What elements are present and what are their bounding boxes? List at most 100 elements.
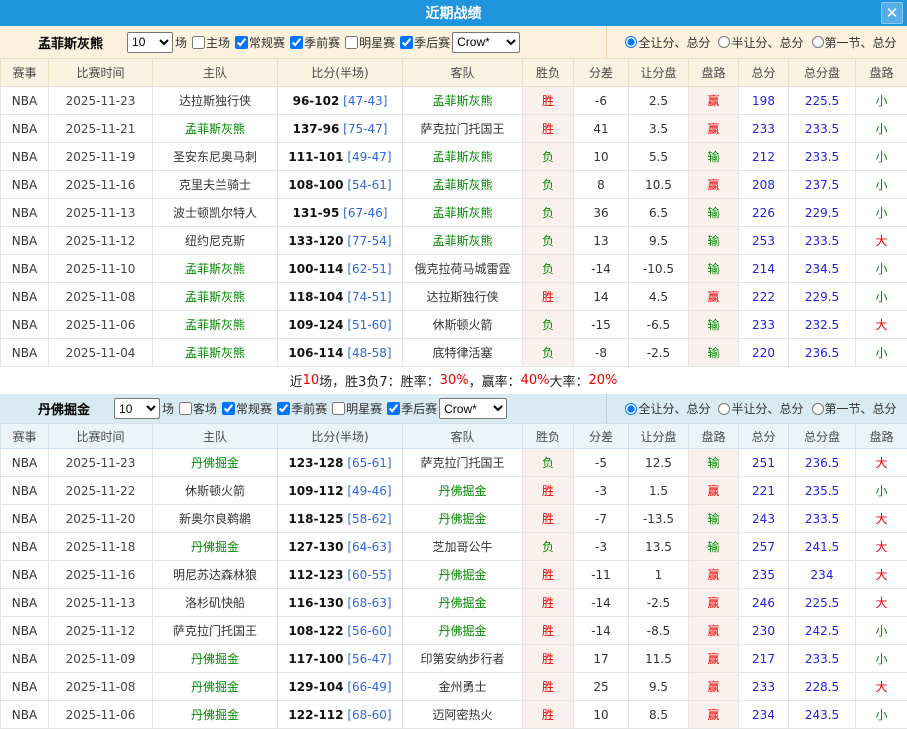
cell-handicap-line: -2.5 xyxy=(629,339,689,367)
odds-type-radio-第一节、总分[interactable]: 第一节、总分 xyxy=(804,400,897,417)
filter-bar: 孟菲斯灰熊 10 场 主场常规赛季前赛明星赛季后赛 Crow* 全让分、总分半让… xyxy=(0,26,907,58)
results-table: 赛事比赛时间主队比分(半场)客队胜负分差让分盘盘路总分总分盘盘路NBA2025-… xyxy=(0,423,907,729)
column-header: 赛事 xyxy=(1,59,49,87)
filter-checkbox-常规赛[interactable]: 常规赛 xyxy=(230,34,285,51)
cell-away-team: 迈阿密热火 xyxy=(403,701,523,729)
filter-checkbox-季前赛[interactable]: 季前赛 xyxy=(272,400,327,417)
checkbox-input[interactable] xyxy=(235,36,248,49)
cell-handicap-result: 赢 xyxy=(689,115,739,143)
cell-away-team: 萨克拉门托国王 xyxy=(403,115,523,143)
cell-league: NBA xyxy=(1,87,49,115)
checkbox-input[interactable] xyxy=(192,36,205,49)
checkbox-input[interactable] xyxy=(387,402,400,415)
cell-home-team: 新奥尔良鹈鹕 xyxy=(153,505,278,533)
full-score: 118-125 xyxy=(288,512,343,526)
odds-type-radio-全让分、总分[interactable]: 全让分、总分 xyxy=(617,34,710,51)
full-score: 111-101 xyxy=(288,150,343,164)
odds-company-select[interactable]: Crow* xyxy=(452,32,520,53)
cell-total-line: 234 xyxy=(789,561,856,589)
cell-over-under: 大 xyxy=(856,533,907,561)
cell-away-team: 丹佛掘金 xyxy=(403,561,523,589)
checkbox-label: 季前赛 xyxy=(304,34,340,51)
cell-handicap-line: 11.5 xyxy=(629,645,689,673)
filter-checkbox-季后赛[interactable]: 季后赛 xyxy=(382,400,437,417)
column-header: 总分 xyxy=(739,59,789,87)
games-count-select[interactable]: 10 xyxy=(127,32,173,53)
cell-handicap-result: 输 xyxy=(689,255,739,283)
checkbox-input[interactable] xyxy=(400,36,413,49)
cell-home-team: 克里夫兰骑士 xyxy=(153,171,278,199)
half-score: [75-47] xyxy=(343,122,387,136)
radio-input[interactable] xyxy=(718,403,730,415)
cell-date: 2025-11-08 xyxy=(49,673,153,701)
radio-input[interactable] xyxy=(625,403,637,415)
filter-checkbox-主场[interactable]: 主场 xyxy=(187,34,230,51)
half-score: [66-49] xyxy=(347,680,391,694)
odds-type-radio-半让分、总分[interactable]: 半让分、总分 xyxy=(710,400,803,417)
cell-away-team: 孟菲斯灰熊 xyxy=(403,199,523,227)
cell-score: 112-123 [60-55] xyxy=(278,561,403,589)
cell-total-line: 229.5 xyxy=(789,199,856,227)
cell-score: 111-101 [49-47] xyxy=(278,143,403,171)
filter-checkbox-季前赛[interactable]: 季前赛 xyxy=(285,34,340,51)
radio-input[interactable] xyxy=(812,36,824,48)
cell-win-loss: 胜 xyxy=(523,283,574,311)
odds-type-radio-全让分、总分[interactable]: 全让分、总分 xyxy=(617,400,710,417)
cell-total-points: 234 xyxy=(739,701,789,729)
checkbox-input[interactable] xyxy=(332,402,345,415)
cell-total-points: 212 xyxy=(739,143,789,171)
odds-type-radio-group: 全让分、总分 半让分、总分第一节、总分 xyxy=(607,394,907,423)
odds-type-radio-半让分、总分[interactable]: 半让分、总分 xyxy=(710,34,803,51)
cell-win-loss: 胜 xyxy=(523,701,574,729)
cell-win-loss: 负 xyxy=(523,533,574,561)
cell-league: NBA xyxy=(1,171,49,199)
cell-point-diff: -3 xyxy=(574,533,629,561)
radio-label: 半让分、总分 xyxy=(731,400,803,417)
cell-score: 127-130 [64-63] xyxy=(278,533,403,561)
half-score: [49-47] xyxy=(347,150,391,164)
odds-type-radio-第一节、总分[interactable]: 第一节、总分 xyxy=(804,34,897,51)
radio-input[interactable] xyxy=(718,36,730,48)
filter-checkbox-明星赛[interactable]: 明星赛 xyxy=(340,34,395,51)
radio-input[interactable] xyxy=(625,36,637,48)
table-row: NBA2025-11-23达拉斯独行侠96-102 [47-43]孟菲斯灰熊胜-… xyxy=(1,87,907,115)
filter-checkbox-季后赛[interactable]: 季后赛 xyxy=(395,34,450,51)
cell-handicap-line: 6.5 xyxy=(629,199,689,227)
cell-handicap-line: 12.5 xyxy=(629,449,689,477)
cell-total-points: 208 xyxy=(739,171,789,199)
cell-date: 2025-11-04 xyxy=(49,339,153,367)
checkbox-input[interactable] xyxy=(277,402,290,415)
filter-checkbox-常规赛[interactable]: 常规赛 xyxy=(217,400,272,417)
half-score: [68-60] xyxy=(347,708,391,722)
half-score: [47-43] xyxy=(343,94,387,108)
odds-company-select[interactable]: Crow* xyxy=(439,398,507,419)
cell-away-team: 丹佛掘金 xyxy=(403,617,523,645)
close-icon[interactable]: ✕ xyxy=(881,2,903,24)
checkbox-input[interactable] xyxy=(179,402,192,415)
cell-handicap-result: 输 xyxy=(689,227,739,255)
checkbox-label: 明星赛 xyxy=(359,34,395,51)
cell-score: 109-124 [51-60] xyxy=(278,311,403,339)
checkbox-input[interactable] xyxy=(222,402,235,415)
checkbox-input[interactable] xyxy=(345,36,358,49)
full-score: 112-123 xyxy=(288,568,343,582)
cell-total-line: 243.5 xyxy=(789,701,856,729)
checkbox-input[interactable] xyxy=(290,36,303,49)
cell-away-team: 丹佛掘金 xyxy=(403,477,523,505)
cell-over-under: 小 xyxy=(856,199,907,227)
radio-input[interactable] xyxy=(812,403,824,415)
cell-point-diff: 17 xyxy=(574,645,629,673)
column-header: 客队 xyxy=(403,59,523,87)
cell-score: 108-100 [54-61] xyxy=(278,171,403,199)
cell-league: NBA xyxy=(1,617,49,645)
filter-checkbox-明星赛[interactable]: 明星赛 xyxy=(327,400,382,417)
cell-total-line: 242.5 xyxy=(789,617,856,645)
filter-checkbox-客场[interactable]: 客场 xyxy=(174,400,217,417)
half-score: [48-58] xyxy=(347,346,391,360)
cell-league: NBA xyxy=(1,227,49,255)
cell-total-points: 222 xyxy=(739,283,789,311)
cell-league: NBA xyxy=(1,255,49,283)
cell-date: 2025-11-12 xyxy=(49,617,153,645)
cell-handicap-line: 8.5 xyxy=(629,701,689,729)
games-count-select[interactable]: 10 xyxy=(114,398,160,419)
